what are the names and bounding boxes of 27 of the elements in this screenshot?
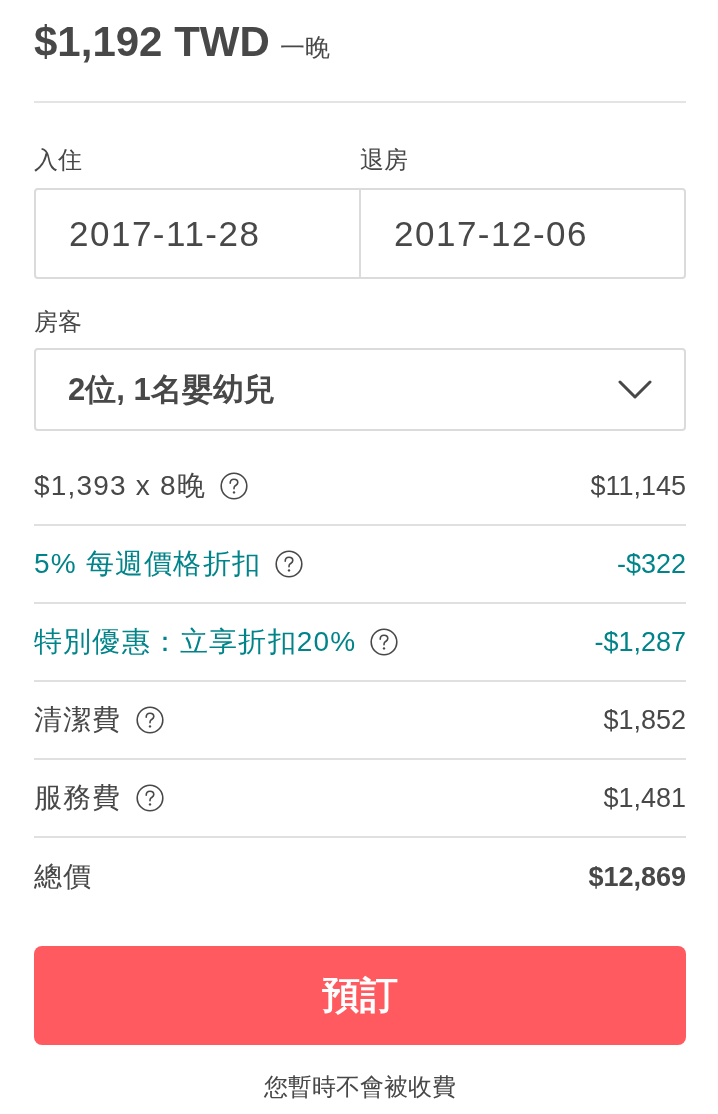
guests-label: 房客: [34, 307, 82, 337]
date-field[interactable]: 2017-11-28: [34, 188, 361, 279]
fee-amount: $1,481: [603, 782, 686, 815]
chevron-down-icon: [618, 380, 652, 399]
date-field[interactable]: 2017-12-06: [361, 188, 686, 279]
total-amount: $12,869: [588, 861, 686, 894]
help-icon[interactable]: [370, 628, 399, 656]
fee-amount: -$1,287: [594, 626, 686, 659]
date-label: 退房: [360, 145, 408, 175]
help-icon[interactable]: [275, 550, 304, 578]
help-icon[interactable]: [220, 472, 248, 500]
per-night-label: 一晚: [279, 32, 330, 63]
fee-label: 特別優惠：立享折扣20%: [34, 625, 357, 659]
help-icon[interactable]: [135, 706, 164, 734]
fee-label: 5% 每週價格折扣: [34, 547, 262, 581]
nightly-price: $1,192 TWD: [34, 17, 270, 67]
fee-label: 清潔費: [34, 703, 122, 737]
fee-amount: $11,145: [590, 470, 686, 503]
no-charge-note: 您暫時不會被收費: [264, 1072, 456, 1102]
fee-label: 服務費: [34, 781, 122, 815]
help-icon[interactable]: [135, 784, 164, 812]
date-label: 入住: [34, 145, 82, 175]
fee-amount: -$322: [616, 548, 686, 581]
fee-amount: $1,852: [603, 704, 686, 737]
fee-label: $1,393 x 8晚: [34, 469, 206, 503]
guests-select[interactable]: 2位, 1名嬰幼兒: [34, 348, 686, 431]
total-label: 總價: [34, 860, 93, 894]
